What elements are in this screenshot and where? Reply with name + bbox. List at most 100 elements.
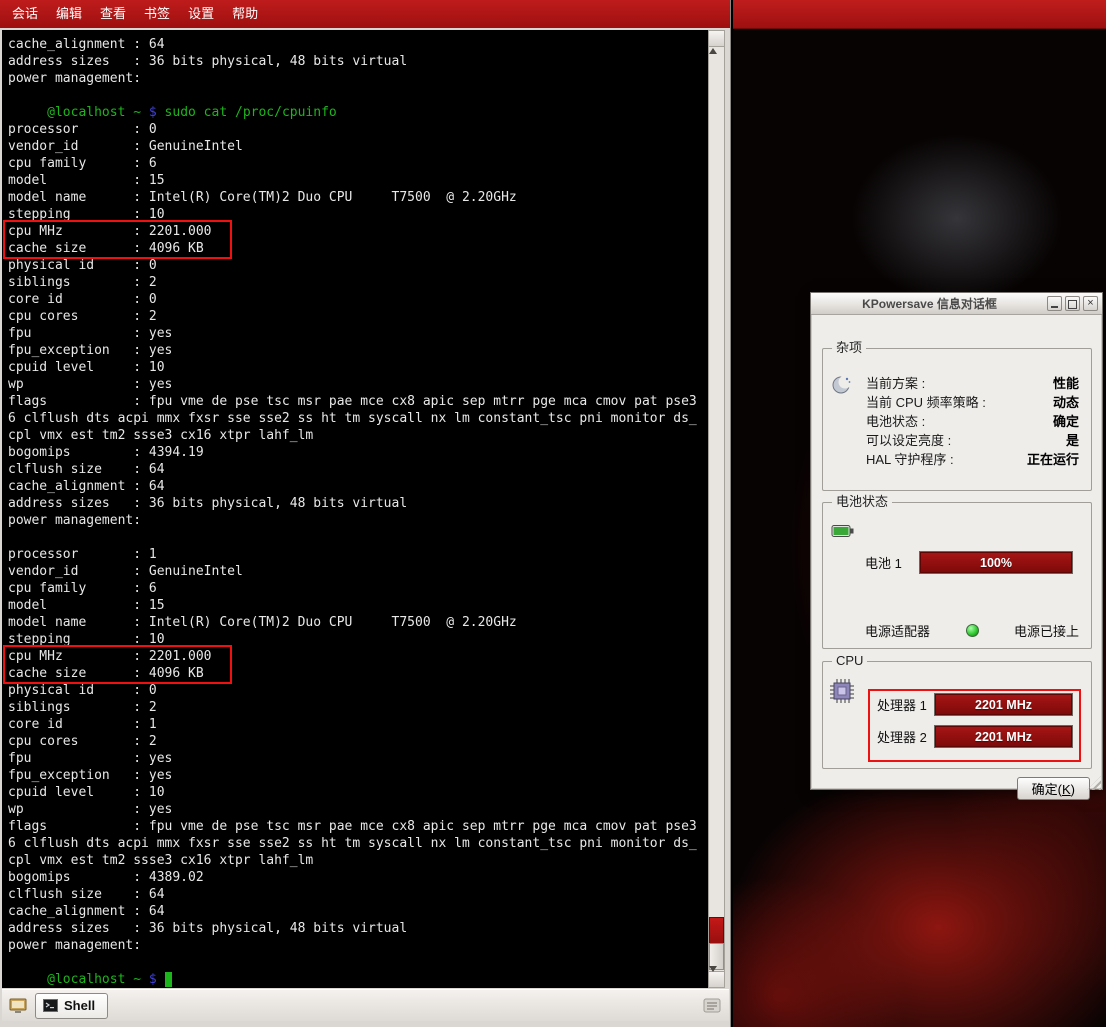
terminal-line: bogomips : 4389.02 [8, 869, 708, 886]
terminal-line: cache_alignment : 64 [8, 36, 708, 53]
misc-groupbox-title: 杂项 [832, 340, 866, 356]
terminal-line: power management: [8, 937, 708, 954]
menu-settings[interactable]: 设置 [179, 0, 223, 28]
terminal-line: cpu MHz : 2201.000 [8, 648, 708, 665]
tab-list-button[interactable] [703, 997, 721, 1015]
menu-session[interactable]: 会话 [3, 0, 47, 28]
terminal-line: cpu family : 6 [8, 580, 708, 597]
terminal-line: power management: [8, 512, 708, 529]
menu-bookmarks[interactable]: 书签 [135, 0, 179, 28]
misc-value: 性能 [1053, 373, 1079, 392]
cpu-frequency-value: 2201 MHz [975, 730, 1032, 744]
scroll-up-button[interactable] [709, 31, 724, 47]
battery-groupbox-title: 电池状态 [832, 494, 892, 510]
misc-row: 当前 CPU 频率策略 :动态 [866, 392, 1079, 411]
terminal-line: power management: [8, 70, 708, 87]
tab-label: Shell [64, 998, 95, 1013]
terminal-line: physical id : 0 [8, 257, 708, 274]
menu-view[interactable]: 查看 [91, 0, 135, 28]
terminal-line: cpu family : 6 [8, 155, 708, 172]
new-session-button[interactable] [6, 994, 30, 1018]
tab-shell[interactable]: Shell [35, 993, 108, 1019]
misc-row: 电池状态 : 确定 [866, 411, 1079, 430]
ok-button[interactable]: 确定(K) [1017, 777, 1090, 800]
menu-help[interactable]: 帮助 [223, 0, 267, 28]
misc-value: 是 [1066, 430, 1079, 449]
terminal-line: model name : Intel(R) Core(TM)2 Duo CPU … [8, 189, 708, 206]
terminal-line: cpuid level : 10 [8, 359, 708, 376]
terminal-line: stepping : 10 [8, 206, 708, 223]
menu-edit[interactable]: 编辑 [47, 0, 91, 28]
tab-list-icon [703, 997, 721, 1015]
battery-icon [831, 523, 855, 542]
terminal-line: wp : yes [8, 801, 708, 818]
misc-label: 可以设定亮度 : [866, 430, 951, 449]
misc-label: 当前 CPU 频率策略 : [866, 392, 986, 411]
cpu-frequency-bar: 2201 MHz [934, 693, 1073, 716]
terminal-line: fpu_exception : yes [8, 767, 708, 784]
terminal-window: 会话编辑查看书签设置帮助 cache_alignment : 64address… [0, 0, 731, 1027]
misc-value: 正在运行 [1027, 449, 1079, 468]
misc-label: 电池状态 : [866, 411, 925, 430]
terminal-line [8, 87, 708, 104]
terminal-line: address sizes : 36 bits physical, 48 bit… [8, 53, 708, 70]
terminal-line: bogomips : 4394.19 [8, 444, 708, 461]
cpu-label: 处理器 1 [877, 695, 930, 714]
cpu-groupbox: CPU 处理器 12201 MHz处理器 22201 MHz [822, 661, 1092, 769]
misc-value: 确定 [1053, 411, 1079, 430]
dialog-titlebar[interactable]: KPowersave 信息对话框 × [811, 293, 1102, 315]
battery-label: 电池 1 [865, 553, 911, 572]
terminal-line: 6 clflush dts acpi mmx fxsr sse sse2 ss … [8, 410, 708, 427]
background-window-titlebar[interactable] [733, 0, 1106, 29]
scroll-down-button[interactable] [709, 971, 724, 987]
cpu-rows: 处理器 12201 MHz处理器 22201 MHz [877, 693, 1073, 757]
misc-label: 当前方案 : [866, 373, 925, 392]
terminal-line: address sizes : 36 bits physical, 48 bit… [8, 920, 708, 937]
terminal-line: fpu : yes [8, 325, 708, 342]
terminal-menubar: 会话编辑查看书签设置帮助 [0, 0, 730, 28]
terminal-line: cpu MHz : 2201.000 [8, 223, 708, 240]
kpowersave-dialog: KPowersave 信息对话框 × 杂项 当前方案 :性能当前 CPU 频率策… [810, 292, 1103, 790]
maximize-button[interactable] [1065, 296, 1080, 311]
terminal-line: wp : yes [8, 376, 708, 393]
terminal-line: processor : 1 [8, 546, 708, 563]
battery-progressbar-fill: 100% [920, 552, 1072, 573]
new-session-icon [8, 996, 28, 1016]
dialog-title: KPowersave 信息对话框 [815, 295, 1044, 312]
terminal-line: cpu cores : 2 [8, 733, 708, 750]
terminal-line: core id : 1 [8, 716, 708, 733]
terminal-line: clflush size : 64 [8, 461, 708, 478]
arrow-up-icon [709, 31, 717, 54]
terminal-line: cpu cores : 2 [8, 308, 708, 325]
adapter-status: 电源已接上 [1014, 621, 1079, 640]
battery-percent-text: 100% [980, 556, 1012, 570]
close-button[interactable]: × [1083, 296, 1098, 311]
terminal-line: siblings : 2 [8, 699, 708, 716]
terminal-line: cpuid level : 10 [8, 784, 708, 801]
minimize-button[interactable] [1047, 296, 1062, 311]
terminal-line: siblings : 2 [8, 274, 708, 291]
terminal-line: @localhost ~ $ sudo cat /proc/cpuinfo [8, 104, 708, 121]
terminal-line: 6 clflush dts acpi mmx fxsr sse sse2 ss … [8, 835, 708, 852]
arrow-down-icon [709, 966, 717, 989]
terminal-line: fpu_exception : yes [8, 342, 708, 359]
terminal-line: flags : fpu vme de pse tsc msr pae mce c… [8, 393, 708, 410]
terminal-line: @localhost ~ $ [8, 971, 708, 988]
terminal-line: cache_alignment : 64 [8, 903, 708, 920]
terminal-screen[interactable]: cache_alignment : 64address sizes : 36 b… [2, 30, 708, 988]
terminal-line: fpu : yes [8, 750, 708, 767]
misc-row: 当前方案 : 性能 [866, 373, 1079, 392]
kpowersave-icon [831, 373, 853, 398]
ok-button-accel: K [1062, 782, 1071, 797]
terminal-line [8, 529, 708, 546]
cpu-frequency-bar-fill: 2201 MHz [935, 694, 1072, 715]
terminal-line [8, 954, 708, 971]
terminal-line: model name : Intel(R) Core(TM)2 Duo CPU … [8, 614, 708, 631]
cpu-frequency-bar-fill: 2201 MHz [935, 726, 1072, 747]
terminal-line: vendor_id : GenuineIntel [8, 138, 708, 155]
battery-progressbar: 100% [919, 551, 1073, 574]
misc-rows: 当前方案 : 性能当前 CPU 频率策略 :动态电池状态 : 确定可以设定亮度 : 是… [866, 373, 1079, 468]
terminal-scrollbar[interactable] [708, 30, 725, 988]
ok-button-text: 确定( [1032, 782, 1062, 797]
terminal-line: physical id : 0 [8, 682, 708, 699]
